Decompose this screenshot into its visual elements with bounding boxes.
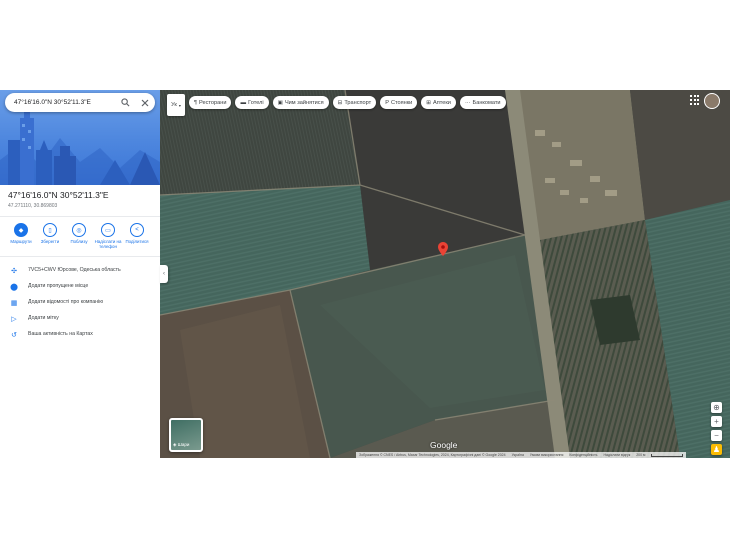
search-input[interactable]	[14, 95, 114, 110]
google-apps-icon[interactable]	[690, 95, 700, 105]
chevron-left-icon: ‹	[163, 271, 165, 277]
chip-label: Готелі	[248, 99, 264, 106]
country-link[interactable]: Україна	[512, 453, 524, 457]
terms-link[interactable]: Умови використання	[530, 453, 563, 457]
google-logo: Google	[430, 440, 458, 450]
chevron-down-icon: ▾	[178, 102, 181, 108]
scale-bar	[651, 453, 684, 457]
chip-label: Транспорт	[344, 99, 372, 106]
atm-icon: ···	[464, 99, 471, 106]
search-box[interactable]	[5, 93, 155, 112]
my-location-button[interactable]: ⊕	[711, 402, 722, 413]
avatar[interactable]	[704, 93, 720, 109]
map-attribution: Зображення © CNES / Airbus, Maxar Techno…	[356, 452, 687, 458]
nearby-label: Поблизу	[70, 239, 88, 244]
label-icon: ▷	[11, 316, 17, 323]
collapse-sidebar-button[interactable]: ‹	[160, 265, 168, 283]
map-controls: ⊕ + − ♟	[711, 402, 722, 455]
chip-hotels[interactable]: ▬ Готелі	[235, 96, 269, 109]
plus-code-text: 7VC5+CWV Юрсове, Одеська область	[28, 267, 121, 273]
add-business-row[interactable]: ▦ Додати відомості про компанію	[0, 296, 160, 310]
pegman-icon: ♟	[712, 444, 721, 454]
add-business-text: Додати відомості про компанію	[28, 299, 104, 305]
language-label: Ук	[171, 102, 177, 108]
chip-atms[interactable]: ··· Банкомати	[459, 96, 506, 109]
crosshair-icon: ⊕	[713, 402, 720, 412]
maps-activity-row[interactable]: ↺ Ваша активність на Картах	[0, 328, 160, 342]
add-label-text: Додати мітку	[28, 315, 59, 321]
location-pin-icon[interactable]	[438, 242, 448, 256]
zoom-in-button[interactable]: +	[711, 416, 722, 427]
pharmacy-icon: ⊞	[426, 99, 431, 106]
place-title: 47°16'16.0"N 30°52'11.3"E	[8, 190, 109, 200]
add-missing-place-text: Додати пропущене місце	[28, 283, 89, 289]
chip-label: Ресторани	[199, 99, 227, 106]
plus-code-row[interactable]: ✣ 7VC5+CWV Юрсове, Одеська область	[0, 264, 160, 278]
chip-pharmacies[interactable]: ⊞ Аптеки	[421, 96, 456, 109]
directions-button[interactable]: ◆ Маршрути	[6, 223, 36, 244]
save-label: Зберегти	[40, 239, 60, 244]
attribution-text: Зображення © CNES / Airbus, Maxar Techno…	[359, 453, 506, 457]
layers-button[interactable]: ◈ Шари	[169, 418, 203, 452]
chip-label: Банкомати	[472, 99, 501, 106]
place-hero-illustration	[0, 90, 160, 185]
camera-icon: ▣	[277, 99, 283, 106]
place-coordinates[interactable]: 47.271110, 30.869803	[8, 203, 57, 209]
street-view-pegman[interactable]: ♟	[711, 444, 722, 455]
chip-restaurants[interactable]: ¶ Ресторани	[189, 96, 232, 109]
privacy-link[interactable]: Конфіденційність	[569, 453, 597, 457]
add-place-icon: ⬤	[10, 284, 18, 291]
directions-icon: ◆	[14, 223, 28, 237]
nearby-icon: ◎	[72, 223, 86, 237]
category-chips: Ук ▾ ¶ Ресторани ▬ Готелі ▣ Чим зайнятися ⊟ Т…	[167, 94, 506, 116]
send-to-phone-button[interactable]: ▭ Надіслати на телефон	[93, 223, 123, 249]
divider	[0, 256, 160, 257]
directions-label: Маршрути	[10, 239, 32, 244]
maps-activity-text: Ваша активність на Картах	[28, 331, 93, 337]
chip-label: Чим зайнятися	[284, 99, 324, 106]
divider	[0, 216, 160, 217]
share-icon: <	[130, 223, 144, 237]
hotel-icon: ▬	[240, 99, 247, 106]
send-to-phone-label: Надіслати на телефон	[94, 239, 122, 249]
maps-app: 47°16'16.0"N 30°52'11.3"E 47.271110, 30.…	[0, 90, 730, 458]
history-icon: ↺	[11, 332, 17, 339]
chip-transit[interactable]: ⊟ Транспорт	[332, 96, 377, 109]
search-icon[interactable]	[118, 95, 133, 110]
share-button[interactable]: < Поділитися	[122, 223, 152, 244]
layers-label: ◈ Шари	[173, 442, 190, 447]
phone-icon: ▭	[101, 223, 115, 237]
satellite-map[interactable]: Ук ▾ ¶ Ресторани ▬ Готелі ▣ Чим зайнятися ⊟ Т…	[160, 90, 730, 458]
restaurant-icon: ¶	[194, 99, 198, 106]
place-sidebar: 47°16'16.0"N 30°52'11.3"E 47.271110, 30.…	[0, 90, 160, 458]
language-button[interactable]: Ук ▾	[167, 94, 185, 116]
bookmark-icon: ▯	[43, 223, 57, 237]
satellite-imagery	[160, 90, 730, 458]
nearby-button[interactable]: ◎ Поблизу	[64, 223, 94, 244]
chip-things-to-do[interactable]: ▣ Чим зайнятися	[272, 96, 329, 109]
close-icon[interactable]	[137, 95, 152, 110]
save-button[interactable]: ▯ Зберегти	[35, 223, 65, 244]
transit-icon: ⊟	[337, 99, 343, 106]
parking-icon: P	[385, 99, 389, 106]
feedback-link[interactable]: Надіслати відгук	[604, 453, 631, 457]
zoom-out-button[interactable]: −	[711, 430, 722, 441]
minus-icon: −	[714, 430, 719, 440]
plus-code-icon: ✣	[11, 268, 17, 275]
chip-parking[interactable]: P Стоянки	[380, 96, 418, 109]
share-label: Поділитися	[125, 239, 149, 244]
chip-label: Стоянки	[390, 99, 413, 106]
plus-icon: +	[714, 416, 719, 426]
add-label-row[interactable]: ▷ Додати мітку	[0, 312, 160, 326]
add-missing-place-row[interactable]: ⬤ Додати пропущене місце	[0, 280, 160, 294]
chip-label: Аптеки	[432, 99, 451, 106]
business-icon: ▦	[10, 300, 18, 307]
scale-label[interactable]: 200 м	[636, 453, 645, 457]
